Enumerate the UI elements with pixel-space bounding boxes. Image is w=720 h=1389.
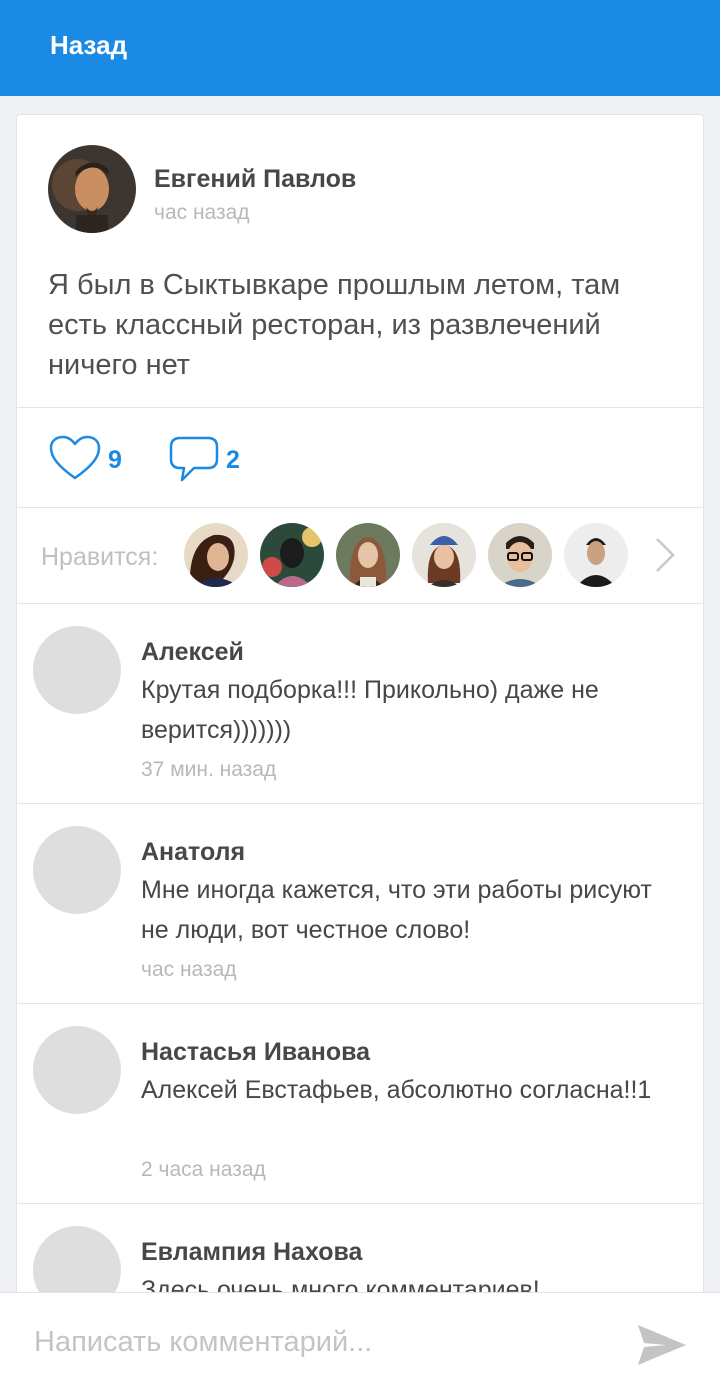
comment-item: Настасья Иванова Алексей Евстафьев, абсо…: [17, 1004, 703, 1204]
comment-time: 2 часа назад: [141, 1158, 266, 1181]
author-name[interactable]: Евгений Павлов: [154, 165, 356, 194]
author-avatar[interactable]: [48, 145, 136, 233]
likes-label: Нравится:: [41, 543, 159, 571]
heart-outline-icon: [48, 434, 102, 487]
comment-item: Алексей Крутая подборка!!! Прикольно) да…: [17, 604, 703, 804]
commenter-avatar[interactable]: [33, 1026, 121, 1114]
post-card: Евгений Павлов час назад Я был в Сыктывк…: [16, 114, 704, 1389]
comment-input[interactable]: [34, 1319, 614, 1365]
liker-avatar[interactable]: [564, 523, 628, 587]
comment-time: 37 мин. назад: [141, 758, 277, 781]
liker-avatar[interactable]: [260, 523, 324, 587]
back-button[interactable]: Назад: [50, 30, 127, 61]
send-icon[interactable]: [636, 1323, 688, 1367]
post-time: час назад: [154, 201, 250, 224]
commenter-avatar[interactable]: [33, 626, 121, 714]
comment-text: Мне иногда кажется, что эти работы рисую…: [141, 876, 652, 944]
speech-bubble-icon: [168, 434, 220, 487]
commenter-name[interactable]: Анатоля: [141, 838, 245, 867]
post-text: Я был в Сыктывкаре прошлым летом, там ес…: [48, 269, 621, 381]
comment-text: Алексей Евстафьев, абсолютно согласна!!1: [141, 1076, 652, 1104]
commenter-name[interactable]: Евлампия Нахова: [141, 1238, 362, 1267]
commenter-avatar[interactable]: [33, 826, 121, 914]
chevron-right-icon[interactable]: [649, 533, 681, 577]
top-bar: Назад: [0, 0, 720, 96]
like-button[interactable]: 9: [48, 435, 122, 485]
commenter-name[interactable]: Настасья Иванова: [141, 1038, 370, 1067]
divider: [17, 407, 703, 408]
commenter-name[interactable]: Алексей: [141, 638, 244, 667]
comments-count: 2: [226, 445, 240, 474]
comment-text: Крутая подборка!!! Прикольно) даже не ве…: [141, 676, 599, 744]
comments-button[interactable]: 2: [168, 435, 240, 485]
likes-count: 9: [108, 445, 122, 474]
liker-avatar[interactable]: [488, 523, 552, 587]
comment-item: Анатоля Мне иногда кажется, что эти рабо…: [17, 804, 703, 1004]
liker-avatar[interactable]: [184, 523, 248, 587]
comment-composer: [0, 1292, 720, 1389]
liker-avatar[interactable]: [336, 523, 400, 587]
comment-time: час назад: [141, 958, 237, 981]
divider: [17, 507, 703, 508]
liker-avatar[interactable]: [412, 523, 476, 587]
